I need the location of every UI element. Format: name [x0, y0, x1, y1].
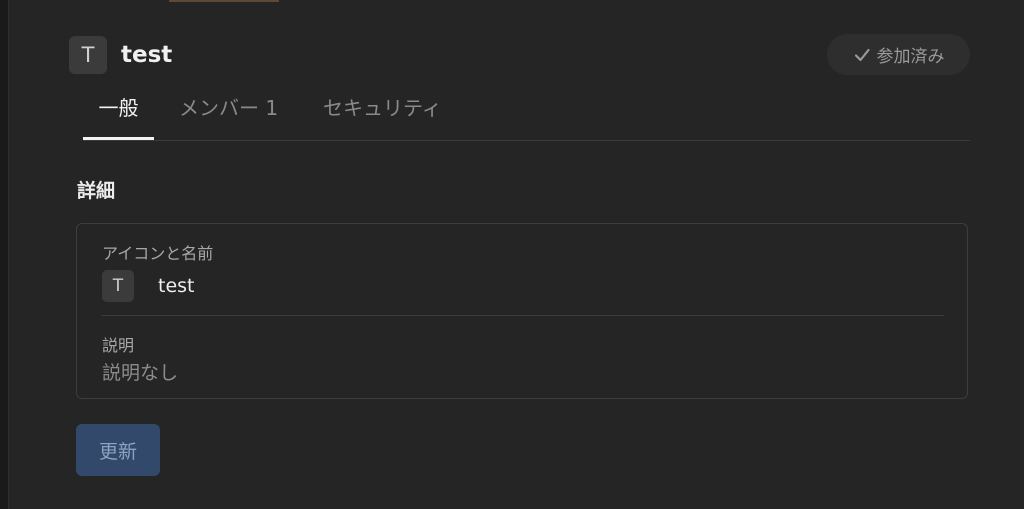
workspace-avatar: T	[69, 36, 107, 74]
workspace-settings-panel: T test 参加済み 一般 メンバー 1 セキュリティ 詳細 アイコンと名前 …	[8, 0, 1024, 509]
card-divider	[102, 315, 944, 316]
tab-members[interactable]: メンバー 1	[179, 88, 278, 139]
description-field[interactable]: 説明なし	[102, 358, 178, 385]
update-button[interactable]: 更新	[76, 424, 160, 476]
tab-security[interactable]: セキュリティ	[323, 88, 442, 139]
joined-badge[interactable]: 参加済み	[827, 34, 970, 75]
workspace-name-field[interactable]: test	[158, 275, 195, 297]
tab-general[interactable]: 一般	[83, 88, 154, 140]
joined-label: 参加済み	[876, 47, 945, 67]
section-title-details: 詳細	[77, 180, 116, 202]
workspace-title: test	[121, 42, 173, 68]
check-icon	[854, 48, 870, 61]
workspace-icon-small[interactable]: T	[102, 270, 134, 302]
workspace-header: T test	[69, 36, 172, 74]
settings-tabs: 一般 メンバー 1 セキュリティ	[83, 88, 970, 141]
icon-name-row[interactable]: T test	[102, 270, 195, 302]
details-card: アイコンと名前 T test 説明 説明なし	[76, 223, 968, 399]
icon-name-label: アイコンと名前	[102, 244, 214, 263]
top-decoration	[169, 0, 279, 2]
description-label: 説明	[102, 336, 135, 355]
